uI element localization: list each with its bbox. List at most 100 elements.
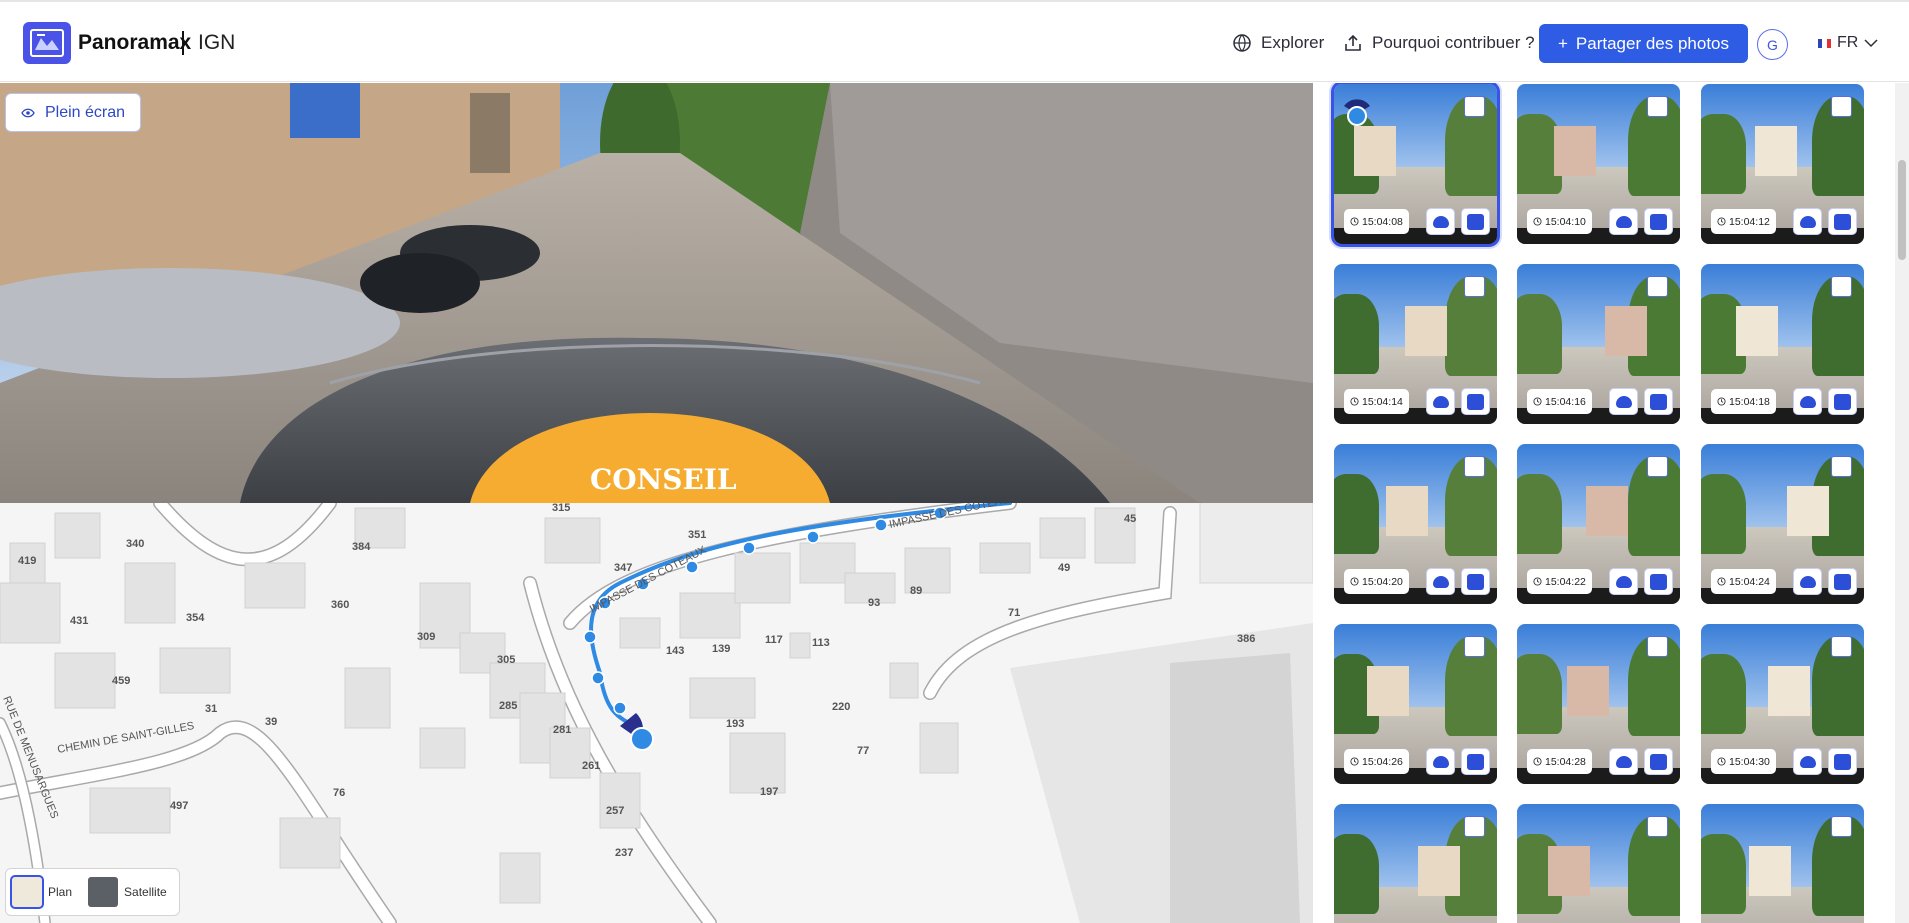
map-label: 71	[1008, 607, 1020, 619]
cloud-download-icon	[1799, 395, 1816, 408]
photo-card[interactable]: 15:04:26	[1334, 624, 1497, 784]
report-button[interactable]	[1644, 208, 1673, 235]
report-button[interactable]	[1828, 388, 1857, 415]
photo-card[interactable]: 15:04:28	[1517, 624, 1680, 784]
download-button[interactable]	[1426, 748, 1455, 775]
eye-icon	[21, 108, 35, 117]
photo-select-checkbox[interactable]	[1831, 456, 1852, 477]
photo-gallery[interactable]: 15:04:08 15:04:10 15:04:12 15:04:14 15:04:16…	[1313, 83, 1909, 923]
photo-select-checkbox[interactable]	[1647, 456, 1668, 477]
user-avatar[interactable]: G	[1757, 29, 1788, 60]
photo-select-checkbox[interactable]	[1647, 636, 1668, 657]
photo-card[interactable]: 15:04:08	[1331, 83, 1500, 247]
cloud-download-icon	[1432, 755, 1449, 768]
nav-explorer[interactable]: Explorer	[1232, 33, 1324, 53]
photo-select-checkbox[interactable]	[1831, 276, 1852, 297]
download-button[interactable]	[1426, 388, 1455, 415]
clock-icon	[1533, 577, 1542, 586]
download-button[interactable]	[1609, 748, 1638, 775]
photo-select-checkbox[interactable]	[1831, 636, 1852, 657]
photo-card[interactable]: 15:04:12	[1701, 84, 1864, 244]
photo-select-checkbox[interactable]	[1464, 816, 1485, 837]
share-photos-button[interactable]: + Partager des photos	[1539, 24, 1748, 63]
download-button[interactable]	[1426, 568, 1455, 595]
plan-thumbnail	[10, 875, 44, 909]
report-button[interactable]	[1461, 388, 1490, 415]
photo-tree	[1517, 654, 1562, 734]
map-view[interactable]: 315 340 384 351 347 419 360 431 354 459 …	[0, 503, 1313, 923]
photo-select-checkbox[interactable]	[1464, 96, 1485, 117]
gallery-scrollbar-thumb[interactable]	[1898, 160, 1906, 260]
map-label: 281	[553, 724, 571, 736]
report-button[interactable]	[1644, 748, 1673, 775]
photo-select-checkbox[interactable]	[1831, 96, 1852, 117]
photo-card[interactable]: 15:04:10	[1517, 84, 1680, 244]
photo-select-checkbox[interactable]	[1464, 456, 1485, 477]
map-label: 386	[1237, 633, 1255, 645]
map-label: 77	[857, 745, 869, 757]
download-button[interactable]	[1793, 748, 1822, 775]
photo-timestamp: 15:04:22	[1527, 569, 1592, 594]
clock-icon	[1350, 577, 1359, 586]
panorama-viewer[interactable]: CONSEIL Plein écran	[0, 83, 1313, 503]
report-button[interactable]	[1828, 568, 1857, 595]
photo-tree	[1701, 654, 1746, 734]
photo-card[interactable]: 15:04:20	[1334, 444, 1497, 604]
download-button[interactable]	[1793, 208, 1822, 235]
panoramax-logo-icon[interactable]	[23, 22, 71, 64]
app-name[interactable]: Panoramax	[78, 31, 191, 55]
photo-house	[1554, 126, 1596, 176]
language-selector[interactable]: FR	[1818, 34, 1878, 52]
map-label: 139	[712, 643, 730, 655]
photo-select-checkbox[interactable]	[1464, 636, 1485, 657]
download-button[interactable]	[1609, 208, 1638, 235]
photo-card[interactable]: 15:04:22	[1517, 444, 1680, 604]
download-button[interactable]	[1793, 388, 1822, 415]
photo-card[interactable]: 15:04:30	[1701, 624, 1864, 784]
photo-card[interactable]: 15:04:16	[1517, 264, 1680, 424]
report-button[interactable]	[1644, 388, 1673, 415]
report-button[interactable]	[1461, 208, 1490, 235]
photo-time: 15:04:22	[1545, 575, 1586, 588]
report-button[interactable]	[1828, 208, 1857, 235]
layer-satellite-option[interactable]: Satellite	[88, 877, 167, 907]
report-button[interactable]	[1461, 568, 1490, 595]
clipboard-icon	[1650, 213, 1667, 230]
clipboard-icon	[1650, 573, 1667, 590]
report-button[interactable]	[1461, 748, 1490, 775]
photo-time: 15:04:10	[1545, 215, 1586, 228]
download-button[interactable]	[1609, 388, 1638, 415]
photo-select-checkbox[interactable]	[1831, 816, 1852, 837]
fullscreen-button[interactable]: Plein écran	[5, 93, 141, 132]
clipboard-icon	[1467, 213, 1484, 230]
download-button[interactable]	[1426, 208, 1455, 235]
photo-time: 15:04:30	[1729, 755, 1770, 768]
clock-icon	[1717, 217, 1726, 226]
cloud-download-icon	[1615, 575, 1632, 588]
cloud-download-icon	[1432, 395, 1449, 408]
download-button[interactable]	[1793, 568, 1822, 595]
photo-card[interactable]: 15:04:14	[1334, 264, 1497, 424]
photo-card[interactable]	[1701, 804, 1864, 923]
photo-select-checkbox[interactable]	[1647, 96, 1668, 117]
photo-select-checkbox[interactable]	[1647, 816, 1668, 837]
cloud-download-icon	[1432, 215, 1449, 228]
photo-time: 15:04:16	[1545, 395, 1586, 408]
photo-time: 15:04:14	[1362, 395, 1403, 408]
photo-card[interactable]: 15:04:18	[1701, 264, 1864, 424]
photo-card[interactable]	[1517, 804, 1680, 923]
report-button[interactable]	[1644, 568, 1673, 595]
report-button[interactable]	[1828, 748, 1857, 775]
map-label: 347	[614, 562, 632, 574]
download-button[interactable]	[1609, 568, 1638, 595]
map-label: 197	[760, 786, 778, 798]
layer-plan-option[interactable]: Plan	[10, 875, 72, 909]
clipboard-icon	[1467, 573, 1484, 590]
nav-why-contribute[interactable]: Pourquoi contribuer ?	[1343, 33, 1535, 53]
photo-select-checkbox[interactable]	[1464, 276, 1485, 297]
map-label: 117	[765, 634, 783, 646]
photo-card[interactable]	[1334, 804, 1497, 923]
photo-select-checkbox[interactable]	[1647, 276, 1668, 297]
photo-timestamp: 15:04:14	[1344, 389, 1409, 414]
photo-card[interactable]: 15:04:24	[1701, 444, 1864, 604]
